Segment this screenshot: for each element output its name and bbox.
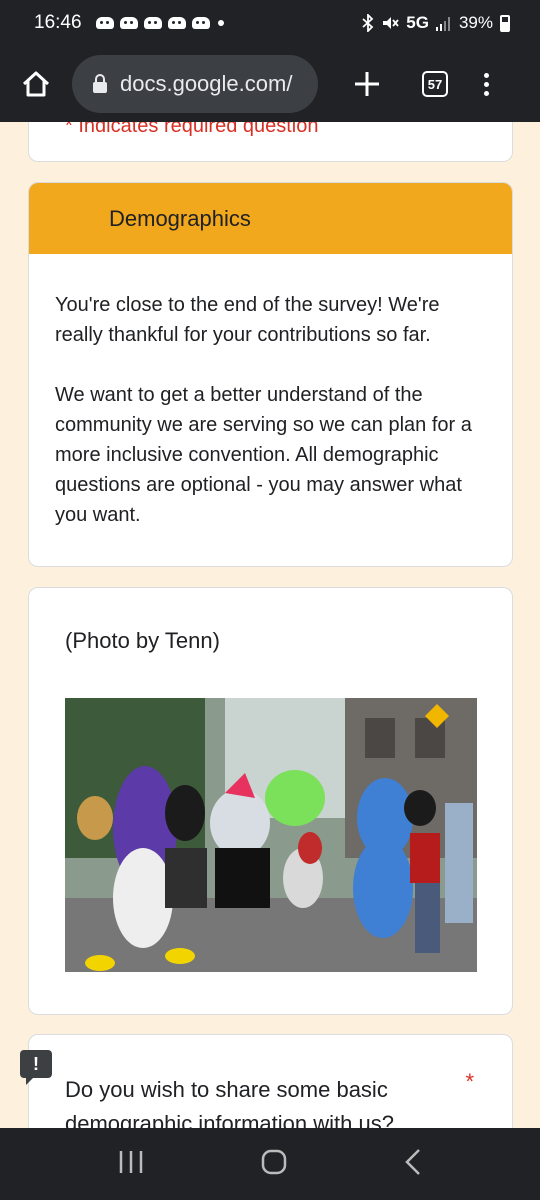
question-card: Do you wish to share some basic demograp… <box>28 1034 513 1128</box>
section-card: Demographics You're close to the end of … <box>28 182 513 567</box>
required-note: * Indicates required question <box>65 122 319 137</box>
notification-icon <box>119 17 138 29</box>
photo-caption: (Photo by Tenn) <box>65 628 220 653</box>
home-icon <box>22 71 50 97</box>
address-bar[interactable]: docs.google.com/ <box>72 55 318 113</box>
home-nav-button[interactable] <box>260 1148 288 1181</box>
back-icon <box>405 1148 420 1175</box>
recent-apps-button[interactable] <box>118 1150 144 1179</box>
battery-icon <box>500 14 510 32</box>
mute-icon <box>383 17 399 29</box>
menu-dot <box>484 81 489 87</box>
home-circle-icon <box>261 1149 287 1174</box>
battery-percent: 39% <box>458 13 493 32</box>
section-description: You're close to the end of the survey! W… <box>29 254 512 530</box>
plus-icon <box>355 72 379 96</box>
feedback-icon[interactable]: ! <box>20 1050 52 1085</box>
section-paragraph: We want to get a better understand of th… <box>55 384 472 526</box>
url-text: docs.google.com/ <box>120 71 293 96</box>
home-button[interactable] <box>0 46 72 122</box>
group-photo-image <box>65 698 477 972</box>
system-navigation-bar <box>0 1128 540 1200</box>
tab-switcher-button[interactable]: 57 <box>422 71 448 97</box>
signal-icon <box>435 17 450 31</box>
status-right: 5G 39% <box>362 13 510 33</box>
group-photo <box>65 698 477 972</box>
status-bar: 16:46 5G 39% <box>0 0 540 46</box>
recent-apps-icon <box>119 1150 143 1173</box>
notification-icon <box>191 17 210 29</box>
back-button[interactable] <box>404 1148 422 1181</box>
network-type: 5G <box>406 13 429 32</box>
bluetooth-icon <box>362 14 374 32</box>
section-title: Demographics <box>109 205 251 231</box>
notification-icons <box>95 17 210 29</box>
browser-toolbar: docs.google.com/ 57 <box>0 46 540 122</box>
more-notifications-dot <box>217 20 224 26</box>
section-header: Demographics <box>29 183 512 254</box>
required-note-card: * Indicates required question <box>28 122 513 162</box>
notification-icon <box>143 17 162 29</box>
section-paragraph: You're close to the end of the survey! W… <box>55 294 440 346</box>
photo-card: (Photo by Tenn) <box>28 587 513 1015</box>
notification-icon <box>167 17 186 29</box>
overflow-menu-button[interactable] <box>484 72 489 96</box>
lock-icon <box>93 74 107 93</box>
menu-dot <box>484 90 489 96</box>
new-tab-button[interactable] <box>332 71 402 97</box>
question-title: Do you wish to share some basic demograp… <box>65 1077 394 1128</box>
required-asterisk: * <box>465 1069 474 1094</box>
form-content[interactable]: * Indicates required question Demographi… <box>0 122 540 1128</box>
notification-icon <box>95 17 114 29</box>
status-time: 16:46 <box>34 12 82 33</box>
menu-dot <box>484 72 489 78</box>
